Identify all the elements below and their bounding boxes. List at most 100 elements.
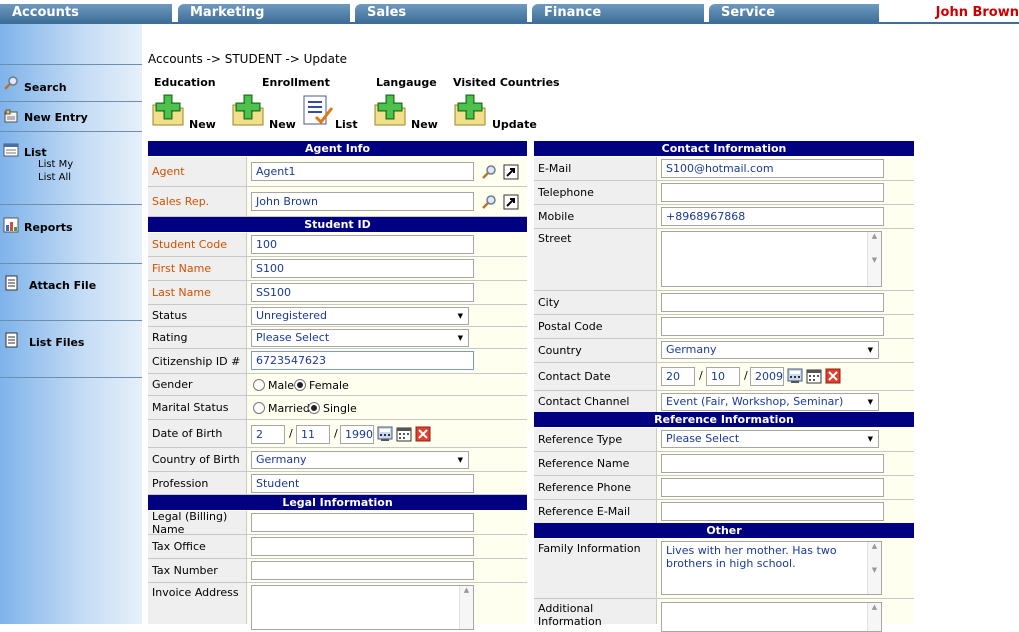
street-label: Street — [534, 229, 657, 290]
tab-service[interactable]: Service — [709, 4, 879, 22]
contact-channel-select[interactable]: Event (Fair, Workshop, Seminar) — [661, 393, 879, 411]
row-profession: Profession Student — [148, 472, 527, 495]
row-first-name: First Name S100 — [148, 257, 527, 281]
section-header-legal-information: Legal Information — [148, 495, 527, 510]
calendar-icon[interactable] — [396, 426, 412, 442]
tab-marketing[interactable]: Marketing — [178, 4, 350, 22]
marital-single-radio[interactable] — [308, 402, 320, 414]
folder-add-icon[interactable] — [454, 93, 488, 127]
contact-date-year-field[interactable]: 2009 — [750, 367, 784, 386]
sidebar-item-list-files[interactable]: List Files — [0, 320, 142, 378]
date-of-birth-label: Date of Birth — [148, 420, 247, 447]
user-name[interactable]: John Brown — [936, 5, 1019, 20]
rating-select[interactable]: Please Select — [251, 329, 469, 347]
marital-married-radio[interactable] — [253, 402, 265, 414]
row-postal-code: Postal Code — [534, 315, 914, 339]
family-information-textarea[interactable]: Lives with her mother. Has two brothers … — [661, 541, 882, 595]
invoice-address-textarea[interactable]: ▲ — [251, 585, 474, 630]
row-mobile: Mobile +8968967868 — [534, 205, 914, 229]
telephone-field[interactable] — [661, 183, 884, 202]
profession-field[interactable]: Student — [251, 474, 474, 493]
sidebar-link-list-all[interactable]: List All — [38, 172, 71, 183]
sidebar-item-reports[interactable]: Reports — [0, 204, 142, 264]
sales-rep-field[interactable]: John Brown — [251, 192, 474, 211]
search-icon[interactable] — [481, 194, 497, 210]
row-additional-information: Additional Information ▲ — [534, 599, 914, 632]
gender-male-radio[interactable] — [253, 379, 265, 391]
additional-information-textarea[interactable]: ▲ — [661, 602, 882, 632]
tax-office-field[interactable] — [251, 537, 474, 556]
first-name-field[interactable]: S100 — [251, 259, 474, 278]
clear-date-icon[interactable] — [415, 426, 431, 442]
sidebar-item-new-entry[interactable]: New Entry — [0, 101, 142, 132]
row-email: E-Mail S100@hotmail.com — [534, 157, 914, 181]
reference-email-field[interactable] — [661, 502, 884, 521]
row-marital-status: Marital Status Married Single — [148, 396, 527, 420]
status-select[interactable]: Unregistered — [251, 307, 469, 325]
student-form-right: Contact Information E-Mail S100@hotmail.… — [534, 141, 914, 632]
status-cell: Unregistered — [247, 305, 527, 326]
billing-name-field[interactable] — [251, 513, 474, 532]
calculator-icon[interactable] — [377, 426, 393, 442]
country-of-birth-select[interactable]: Germany — [251, 451, 469, 469]
sidebar-item-list[interactable]: List List My List All — [0, 131, 142, 205]
clear-date-icon[interactable] — [825, 368, 841, 384]
country-label: Country — [534, 339, 657, 362]
last-name-field[interactable]: SS100 — [251, 283, 474, 302]
enrollment-new-link[interactable]: New — [269, 118, 296, 131]
reference-name-field[interactable] — [661, 454, 884, 473]
tax-number-field[interactable] — [251, 561, 474, 580]
scrollbar[interactable]: ▲ — [867, 603, 881, 631]
row-reference-type: Reference Type Please Select — [534, 428, 914, 452]
visited-update-link[interactable]: Update — [492, 118, 537, 131]
tab-underline — [0, 22, 1019, 24]
postal-code-field[interactable] — [661, 317, 884, 336]
reference-phone-field[interactable] — [661, 478, 884, 497]
reference-type-select[interactable]: Please Select — [661, 430, 879, 448]
sidebar-label-list-files: List Files — [29, 336, 85, 349]
tax-number-label: Tax Number — [148, 559, 247, 582]
scrollbar[interactable]: ▲ — [459, 586, 473, 629]
tab-accounts[interactable]: Accounts — [0, 4, 172, 22]
row-reference-name: Reference Name — [534, 452, 914, 476]
email-field[interactable]: S100@hotmail.com — [661, 159, 884, 178]
scrollbar[interactable]: ▲ ▼ — [867, 542, 881, 594]
folder-add-icon[interactable] — [152, 93, 186, 127]
dob-year-field[interactable]: 1990 — [340, 425, 374, 444]
scrollbar[interactable]: ▲ ▼ — [867, 232, 881, 286]
dob-day-field[interactable]: 2 — [251, 425, 285, 444]
calendar-icon[interactable] — [806, 368, 822, 384]
tab-sales[interactable]: Sales — [355, 4, 527, 22]
enrollment-list-link[interactable]: List — [335, 118, 358, 131]
sidebar-item-attach-file[interactable]: Attach File — [0, 263, 142, 321]
tab-finance[interactable]: Finance — [532, 4, 704, 22]
mobile-field[interactable]: +8968967868 — [661, 207, 884, 226]
sales-rep-label: Sales Rep. — [148, 187, 247, 216]
folder-add-icon[interactable] — [232, 93, 266, 127]
reference-email-cell — [657, 500, 914, 523]
open-link-icon[interactable] — [503, 194, 519, 210]
citizenship-id-field[interactable]: 6723547623 — [251, 351, 474, 370]
student-code-field[interactable]: 100 — [251, 235, 474, 254]
agent-field[interactable]: Agent1 — [251, 162, 474, 181]
sidebar-link-list-my[interactable]: List My — [38, 159, 73, 170]
contact-date-month-field[interactable]: 10 — [706, 367, 740, 386]
list-document-icon[interactable] — [300, 93, 334, 127]
sidebar-item-search[interactable]: Search — [0, 64, 142, 102]
rating-label: Rating — [148, 327, 247, 348]
calculator-icon[interactable] — [787, 368, 803, 384]
contact-date-day-field[interactable]: 20 — [661, 367, 695, 386]
country-select[interactable]: Germany — [661, 341, 879, 359]
date-of-birth-cell: 2 / 11 / 1990 — [247, 420, 527, 447]
language-new-link[interactable]: New — [411, 118, 438, 131]
open-link-icon[interactable] — [503, 164, 519, 180]
search-icon[interactable] — [481, 164, 497, 180]
gender-female-radio[interactable] — [294, 379, 306, 391]
student-code-cell: 100 — [247, 233, 527, 256]
city-field[interactable] — [661, 293, 884, 312]
education-new-link[interactable]: New — [189, 118, 216, 131]
folder-add-icon[interactable] — [374, 93, 408, 127]
dob-month-field[interactable]: 11 — [296, 425, 330, 444]
street-textarea[interactable]: ▲ ▼ — [661, 231, 882, 287]
family-information-cell: Lives with her mother. Has two brothers … — [657, 539, 914, 598]
